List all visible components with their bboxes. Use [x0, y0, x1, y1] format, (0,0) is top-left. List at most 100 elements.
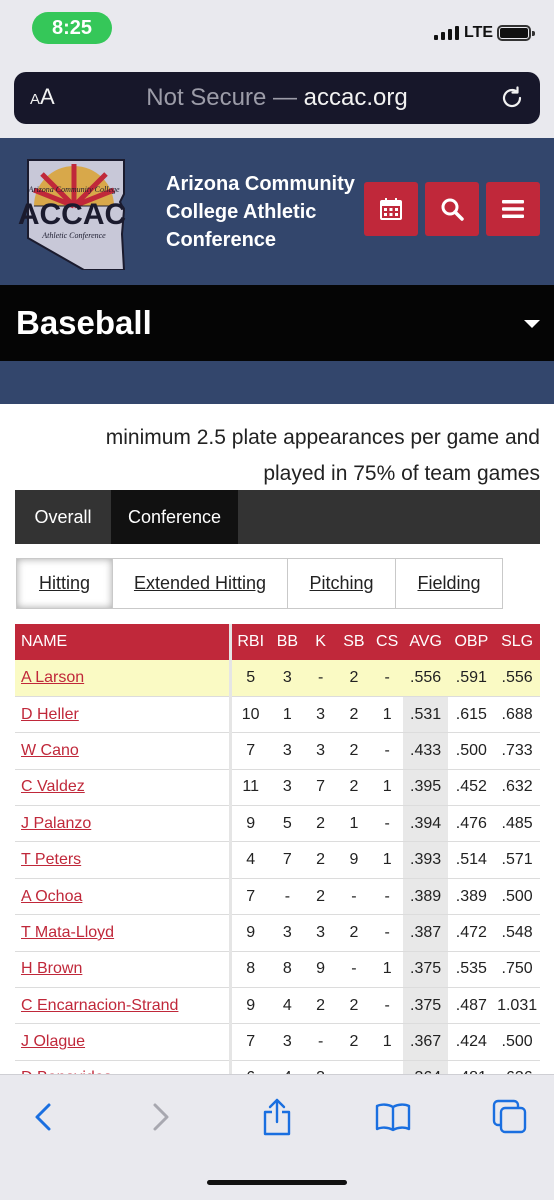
hitting-stats-table: NAME RBI BB K SB CS AVG OBP SLG A Larson… — [15, 624, 540, 1098]
share-icon[interactable] — [255, 1095, 299, 1139]
stat-cell-bb: 3 — [269, 769, 306, 807]
column-header-bb[interactable]: BB — [269, 624, 306, 660]
tabs-icon[interactable] — [488, 1095, 532, 1139]
stat-cell-cs: 1 — [371, 769, 403, 807]
stat-cell-bb: 3 — [269, 660, 306, 697]
player-link[interactable]: C Valdez — [21, 778, 85, 795]
column-header-rbi[interactable]: RBI — [230, 624, 270, 660]
tab-fielding[interactable]: Fielding — [396, 559, 502, 608]
status-time: 8:25 — [32, 12, 112, 44]
toggle-overall[interactable]: Overall — [15, 490, 111, 544]
stat-cell-obp: .500 — [448, 732, 495, 770]
stat-cell-k: - — [305, 1023, 337, 1061]
tab-pitching[interactable]: Pitching — [288, 559, 396, 608]
player-link[interactable]: J Palanzo — [21, 815, 91, 832]
table-row: H Brown 8 8 9-1.375.535.750 — [15, 951, 540, 989]
column-header-obp[interactable]: OBP — [448, 624, 495, 660]
stat-cell-k: 2 — [305, 878, 337, 916]
column-header-sb[interactable]: SB — [336, 624, 372, 660]
player-link[interactable]: A Larson — [21, 669, 84, 686]
column-header-name[interactable]: NAME — [15, 624, 232, 660]
stat-cell-slg: .632 — [494, 769, 540, 807]
stat-cell-sb: - — [336, 951, 372, 989]
player-link[interactable]: W Cano — [21, 742, 79, 759]
address-bar[interactable]: AA Not Secure — accac.org — [14, 72, 540, 124]
forward-icon[interactable] — [138, 1095, 182, 1139]
url-domain: accac.org — [303, 84, 408, 111]
menu-icon — [502, 200, 524, 218]
stat-cell-bb: 8 — [269, 951, 306, 989]
sub-header-band — [0, 361, 554, 404]
reload-icon[interactable] — [498, 84, 526, 117]
stat-cell-rbi: 11 — [230, 769, 270, 807]
stat-cell-cs: 1 — [371, 841, 403, 879]
player-name-cell: W Cano — [15, 732, 232, 770]
stat-cell-slg: .571 — [494, 841, 540, 879]
stat-cell-k: 3 — [305, 696, 337, 734]
player-link[interactable]: T Peters — [21, 851, 81, 868]
stat-cell-bb: 5 — [269, 805, 306, 843]
stat-cell-k: 2 — [305, 805, 337, 843]
not-secure-label: Not Secure — — [146, 84, 297, 111]
stat-cell-obp: .476 — [448, 805, 495, 843]
stat-cell-rbi: 8 — [230, 951, 270, 989]
menu-button[interactable] — [486, 182, 540, 236]
player-link[interactable]: D Heller — [21, 706, 79, 723]
table-row: T Mata-Lloyd 9 3 3 2- .387.472.548 — [15, 914, 540, 952]
stat-cell-rbi: 9 — [230, 987, 270, 1025]
stat-cell-slg: 1.031 — [494, 987, 540, 1025]
tab-hitting[interactable]: Hitting — [17, 559, 113, 608]
browser-top-chrome: 8:25 LTE AA Not Secure — accac.org — [0, 0, 554, 138]
table-row: A Larson 5 3-2- .556.591.556 — [15, 660, 540, 697]
tab-extended-hitting[interactable]: Extended Hitting — [113, 559, 288, 608]
stat-cell-obp: .452 — [448, 769, 495, 807]
stat-cell-k: 2 — [305, 841, 337, 879]
column-header-slg[interactable]: SLG — [494, 624, 540, 660]
stat-cell-cs: - — [371, 914, 403, 952]
stat-cell-cs: - — [371, 805, 403, 843]
back-icon[interactable] — [22, 1095, 66, 1139]
qualifier-note: minimum 2.5 plate appearances per game a… — [105, 426, 540, 485]
player-name-cell: J Olague — [15, 1023, 232, 1061]
stat-cell-rbi: 4 — [230, 841, 270, 879]
stat-cell-avg: .393 — [402, 841, 449, 879]
calendar-button[interactable] — [364, 182, 418, 236]
url-text[interactable]: Not Secure — accac.org — [14, 84, 540, 112]
stat-cell-obp: .424 — [448, 1023, 495, 1061]
bookmarks-icon[interactable] — [371, 1095, 415, 1139]
chevron-down-icon[interactable] — [524, 320, 540, 328]
toggle-conference[interactable]: Conference — [111, 490, 238, 544]
stat-cell-rbi: 9 — [230, 914, 270, 952]
stat-cell-obp: .472 — [448, 914, 495, 952]
stat-cell-slg: .750 — [494, 951, 540, 989]
table-row: A Ochoa 7-2- - .389.389.500 — [15, 878, 540, 916]
search-icon — [441, 198, 464, 221]
stat-cell-sb: 9 — [336, 841, 372, 879]
stat-cell-avg: .556 — [402, 660, 449, 697]
player-link[interactable]: J Olague — [21, 1033, 85, 1050]
column-header-k[interactable]: K — [305, 624, 337, 660]
search-button[interactable] — [425, 182, 479, 236]
stat-cell-bb: 1 — [269, 696, 306, 734]
stat-cell-rbi: 7 — [230, 732, 270, 770]
player-link[interactable]: A Ochoa — [21, 888, 82, 905]
stat-cell-rbi: 10 — [230, 696, 270, 734]
stat-cell-slg: .733 — [494, 732, 540, 770]
network-type: LTE — [464, 24, 494, 41]
accac-logo[interactable]: Arizona Community College ACCAC Athletic… — [14, 154, 154, 271]
site-name[interactable]: Arizona Community College Athletic Confe… — [166, 170, 366, 254]
stat-cell-avg: .433 — [402, 732, 449, 770]
player-link[interactable]: H Brown — [21, 960, 82, 977]
table-row: D Heller 10 1 3 2 1.531.615.688 — [15, 696, 540, 734]
stat-cell-rbi: 9 — [230, 805, 270, 843]
stat-cell-obp: .487 — [448, 987, 495, 1025]
stat-cell-bb: 7 — [269, 841, 306, 879]
player-link[interactable]: T Mata-Lloyd — [21, 924, 114, 941]
column-header-avg[interactable]: AVG — [402, 624, 449, 660]
column-header-cs[interactable]: CS — [371, 624, 403, 660]
stat-cell-sb: 2 — [336, 769, 372, 807]
stat-cell-obp: .514 — [448, 841, 495, 879]
sport-selector[interactable]: Baseball — [0, 285, 554, 361]
calendar-icon — [380, 198, 402, 220]
player-link[interactable]: C Encarnacion-Strand — [21, 997, 178, 1014]
